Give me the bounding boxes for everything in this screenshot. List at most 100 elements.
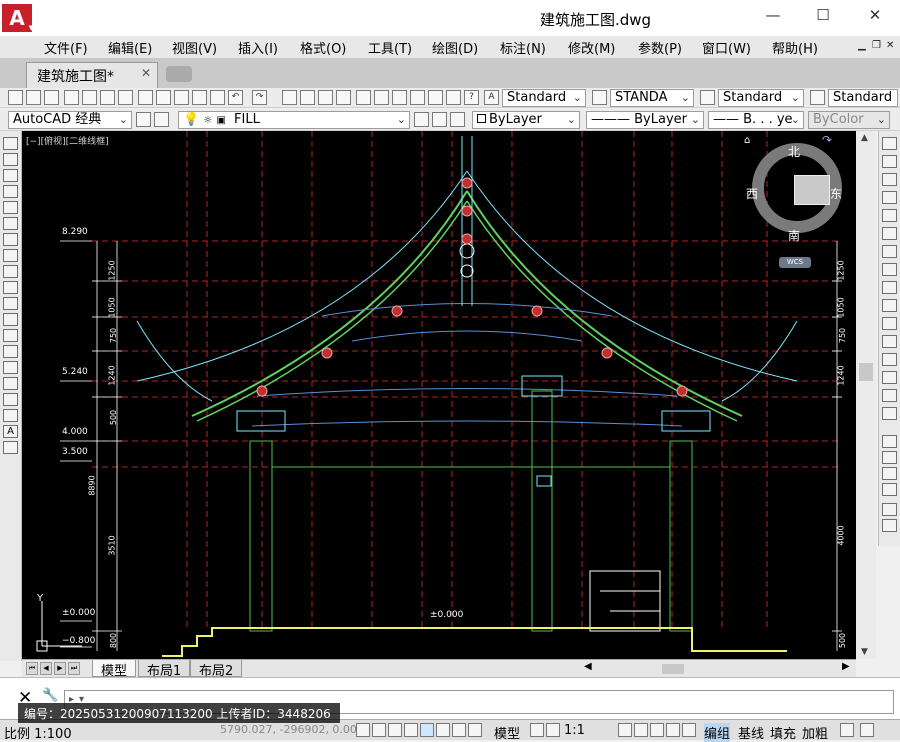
stretch-icon[interactable]	[882, 281, 897, 294]
tab-document[interactable]: 建筑施工图* ✕	[26, 62, 158, 88]
trim-icon[interactable]	[882, 299, 897, 312]
cut-icon[interactable]	[138, 90, 153, 105]
auto-scale-icon[interactable]	[634, 723, 648, 737]
workspace-switch-icon[interactable]	[650, 723, 664, 737]
zoom-realtime-icon[interactable]	[300, 90, 315, 105]
point-icon[interactable]	[3, 345, 18, 358]
mirror-icon[interactable]	[882, 173, 897, 186]
revcloud-icon[interactable]	[3, 249, 18, 262]
explode-icon[interactable]	[882, 407, 897, 420]
viewcube-top-face[interactable]	[794, 175, 830, 205]
scale-icon[interactable]	[882, 263, 897, 276]
table-icon[interactable]	[3, 409, 18, 422]
compass-south[interactable]: 南	[788, 227, 800, 244]
lightbulb-icon[interactable]	[840, 723, 854, 737]
paste-icon[interactable]	[174, 90, 189, 105]
new-icon[interactable]	[8, 90, 23, 105]
offset-icon[interactable]	[882, 191, 897, 204]
help-icon[interactable]: ?	[464, 90, 479, 105]
plotstyle-select[interactable]: ByColor ⌄	[808, 111, 890, 129]
tab-model[interactable]: 模型	[92, 660, 137, 679]
otrack-icon[interactable]	[452, 723, 466, 737]
compass-west[interactable]: 西	[746, 185, 758, 202]
prev-tab-icon[interactable]: ◀	[40, 662, 52, 675]
viewport-label[interactable]: [−][俯视][二维线框]	[26, 134, 109, 147]
menu-edit[interactable]: 编辑(E)	[108, 38, 152, 57]
preview-icon[interactable]	[82, 90, 97, 105]
save-icon[interactable]	[44, 90, 59, 105]
first-tab-icon[interactable]: ⏮	[26, 662, 38, 675]
tab-close-icon[interactable]: ✕	[141, 66, 151, 80]
draworder-back-icon[interactable]	[882, 451, 897, 464]
chamfer-icon[interactable]	[882, 371, 897, 384]
markup-icon[interactable]	[428, 90, 443, 105]
minimize-button[interactable]: —	[758, 6, 788, 28]
tab-layout2[interactable]: 布局2	[190, 660, 243, 679]
construction-line-icon[interactable]	[3, 153, 18, 166]
circle-icon[interactable]	[3, 233, 18, 246]
compass-north[interactable]: 北	[788, 143, 800, 160]
block-editor-icon[interactable]	[210, 90, 225, 105]
lock-ui-icon[interactable]	[666, 723, 680, 737]
fillet-icon[interactable]	[882, 389, 897, 402]
dim-style-select[interactable]: STANDA ⌄	[610, 89, 694, 107]
ortho-icon[interactable]	[404, 723, 418, 737]
mleader-style-select[interactable]: Standard	[828, 89, 898, 107]
compass-east[interactable]: 东	[830, 185, 842, 202]
menu-draw[interactable]: 绘图(D)	[432, 38, 478, 57]
menu-format[interactable]: 格式(O)	[300, 38, 346, 57]
doc-minimize-icon[interactable]: ▁	[858, 40, 866, 51]
polar-icon[interactable]	[420, 723, 434, 737]
extend-icon[interactable]	[882, 317, 897, 330]
rotate-icon[interactable]	[882, 245, 897, 258]
scroll-thumb[interactable]	[859, 363, 873, 381]
menu-file[interactable]: 文件(F)	[44, 38, 88, 57]
open-icon[interactable]	[26, 90, 41, 105]
line-icon[interactable]	[3, 137, 18, 150]
draworder-front-icon[interactable]	[882, 435, 897, 448]
tool-palettes-icon[interactable]	[392, 90, 407, 105]
rectangle-icon[interactable]	[3, 201, 18, 214]
app-menu-button[interactable]: A ▼	[2, 4, 34, 32]
linetype-select[interactable]: ——— ByLayer ⌄	[586, 111, 704, 129]
tab-layout1[interactable]: 布局1	[138, 660, 191, 679]
horizontal-scrollbar[interactable]: ◀ ▶	[272, 661, 872, 675]
scroll-left-icon[interactable]: ◀	[584, 661, 592, 672]
drawing-view-icon[interactable]	[546, 723, 560, 737]
rotate-view-icon[interactable]: ↷	[822, 133, 832, 147]
last-tab-icon[interactable]: ⏭	[68, 662, 80, 675]
workspace-settings-icon[interactable]	[136, 112, 151, 127]
insert-block-icon[interactable]	[3, 313, 18, 326]
grid-icon[interactable]	[388, 723, 402, 737]
workspace-select[interactable]: AutoCAD 经典 ⌄	[8, 111, 132, 129]
menu-tools[interactable]: 工具(T)	[368, 38, 412, 57]
wcs-button[interactable]: WCS	[779, 257, 811, 268]
copy-object-icon[interactable]	[882, 155, 897, 168]
add-selected-icon[interactable]	[3, 441, 18, 454]
annotation-visibility-icon[interactable]	[618, 723, 632, 737]
maximize-button[interactable]: ☐	[808, 6, 838, 28]
close-button[interactable]: ✕	[860, 6, 890, 28]
scale-display[interactable]: 比例 1:100	[4, 723, 72, 742]
erase-icon[interactable]	[882, 137, 897, 150]
properties-icon[interactable]	[356, 90, 371, 105]
menu-help[interactable]: 帮助(H)	[772, 38, 818, 57]
drawing-canvas[interactable]: [−][俯视][二维线框] 8.290 5.240 4.000 3.500 ±0…	[22, 131, 856, 659]
make-current-layer-icon[interactable]	[414, 112, 429, 127]
doc-restore-icon[interactable]: ❐	[872, 40, 881, 51]
arc-icon[interactable]	[3, 217, 18, 230]
group-toggle[interactable]: 编组	[704, 723, 731, 742]
match-properties-icon[interactable]	[192, 90, 207, 105]
zoom-window-icon[interactable]	[318, 90, 333, 105]
layer-properties-icon[interactable]	[154, 112, 169, 127]
hatch-back-icon[interactable]	[882, 519, 897, 532]
print-icon[interactable]	[64, 90, 79, 105]
zoom-previous-icon[interactable]	[336, 90, 351, 105]
copy-icon[interactable]	[156, 90, 171, 105]
new-tab-button[interactable]	[166, 66, 192, 82]
osnap-icon[interactable]	[436, 723, 450, 737]
wrench-icon[interactable]: 🔧	[42, 688, 58, 703]
spline-icon[interactable]	[3, 265, 18, 278]
table-style-select[interactable]: Standard ⌄	[718, 89, 804, 107]
draworder-under-icon[interactable]	[882, 483, 897, 496]
